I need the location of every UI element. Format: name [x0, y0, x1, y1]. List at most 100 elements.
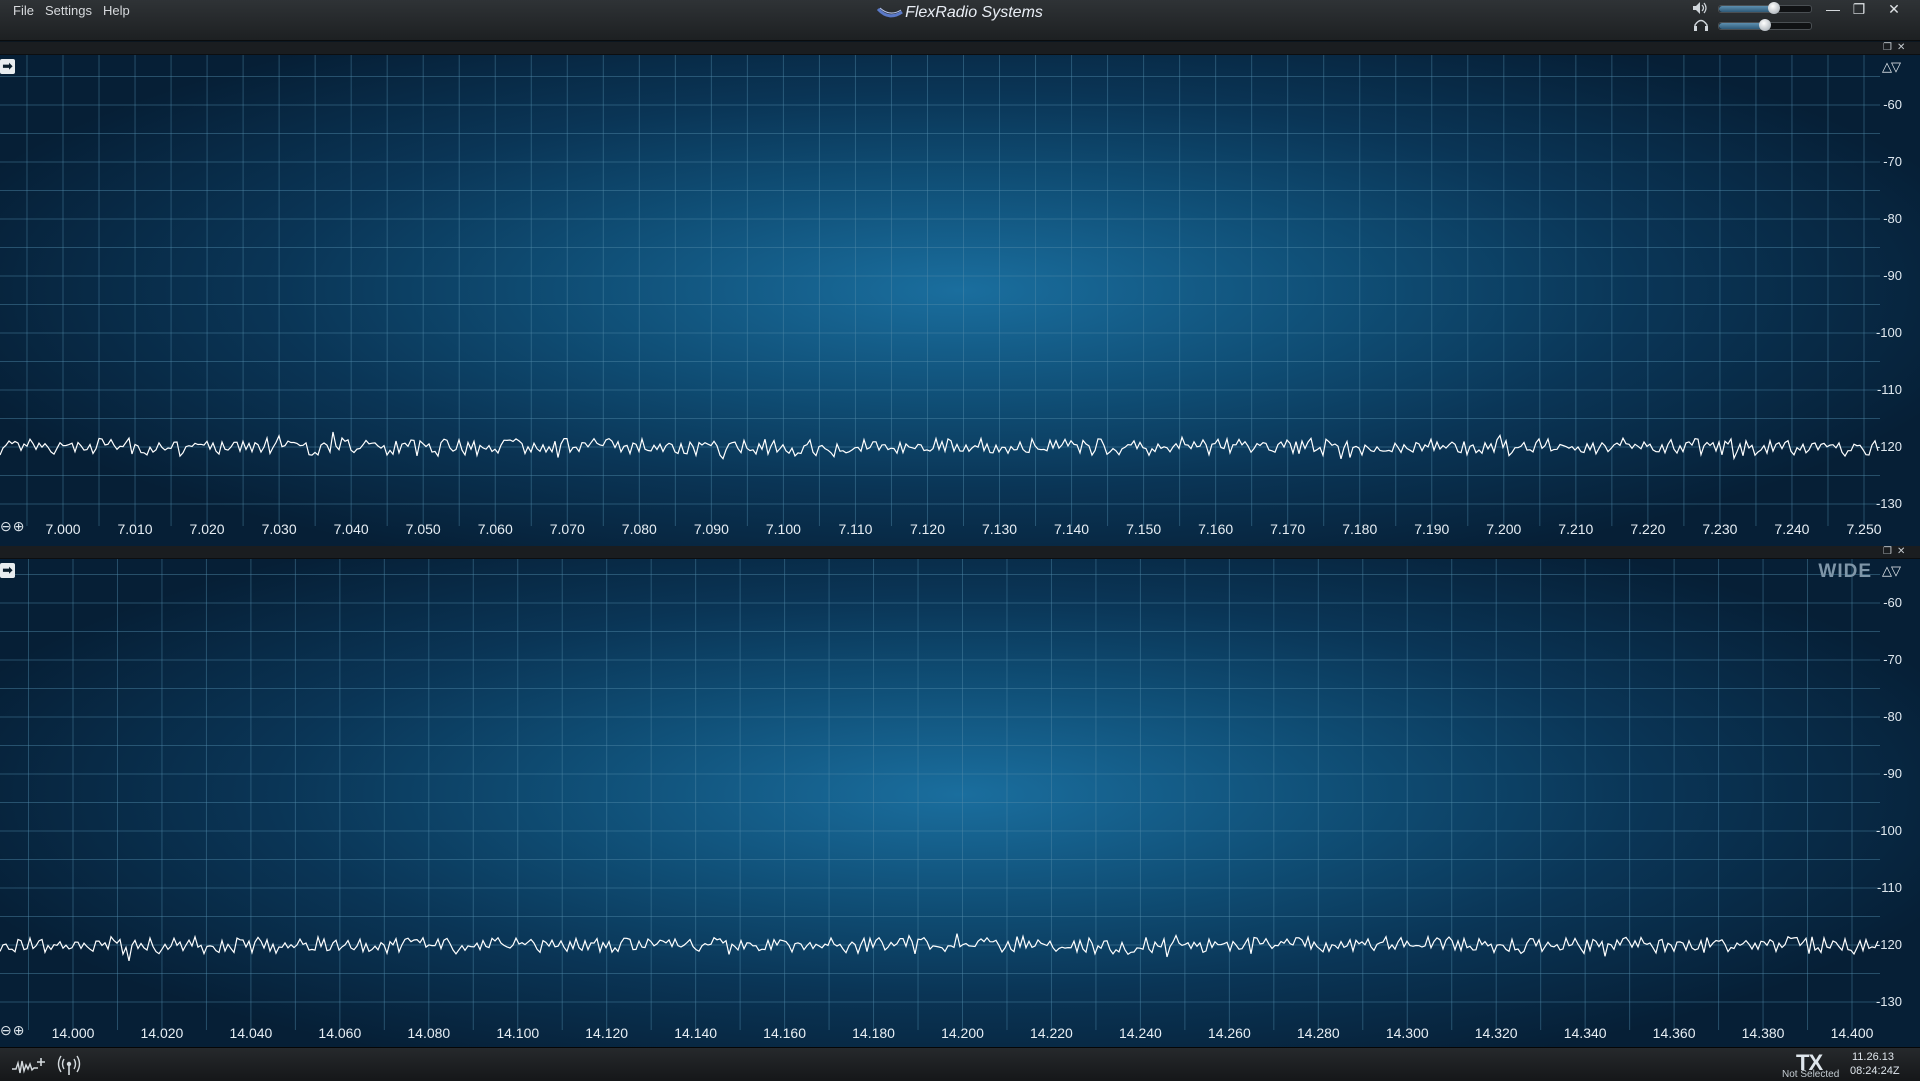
frequency-tick-label: 7.050 [405, 521, 441, 537]
close-button[interactable]: ✕ [1880, 0, 1908, 18]
frequency-tick-label: 7.130 [981, 521, 1018, 537]
minimize-button[interactable]: — [1819, 0, 1847, 18]
spectrum-display[interactable]: ➡ △▽ WIDE -60 -70 -80 -90 -100 -110 -120 -130 1… [0, 559, 1920, 1050]
frequency-tick-label: 7.030 [261, 521, 297, 537]
panadapter-header: ❐ ✕ [0, 546, 1920, 559]
pan-close-icon[interactable]: ✕ [1897, 42, 1905, 54]
app-title-text: FlexRadio Systems [905, 4, 1043, 21]
frequency-tick-label: 7.080 [621, 521, 657, 537]
frequency-tick-label: 14.100 [496, 1025, 540, 1041]
panadapter-header: ❐ ✕ [0, 42, 1920, 55]
frequency-tick-label: 14.020 [140, 1025, 184, 1041]
frequency-tick-label: 14.040 [229, 1025, 273, 1041]
expand-panel-icon[interactable]: ➡ [0, 563, 15, 578]
title-bar: File Settings Help FlexRadio Systems — ❐… [0, 0, 1920, 41]
frequency-tick-label: 14.280 [1296, 1025, 1340, 1041]
db-tick-label: -90 [1883, 268, 1902, 283]
frequency-tick-label: 14.000 [51, 1025, 95, 1041]
db-tick-label: -110 [1876, 382, 1902, 397]
tx-status-text: Not Selected [1782, 1069, 1840, 1080]
spectrum-display[interactable]: ➡ △▽ -60 -70 -80 -90 -100 -110 -120 -130 7.000 7… [0, 55, 1920, 546]
frequency-tick-label: 7.100 [765, 521, 801, 537]
frequency-tick-label: 14.240 [1118, 1025, 1162, 1041]
pan-close-icon[interactable]: ✕ [1897, 546, 1905, 558]
frequency-tick-label: 7.000 [45, 521, 81, 537]
frequency-tick-label: 7.250 [1846, 521, 1882, 537]
pan-maximize-icon[interactable]: ❐ [1883, 546, 1892, 558]
grid-lines [0, 55, 1880, 526]
frequency-tick-label: 14.340 [1563, 1025, 1607, 1041]
spectrum-graph[interactable] [0, 55, 1920, 546]
noise-trace [0, 431, 1879, 461]
panadapter-40m: ❐ ✕ ➡ △▽ -60 -70 -80 -90 -100 -110 -120 -130 7.… [0, 42, 1920, 546]
db-tick-label: -100 [1875, 823, 1902, 838]
frequency-tick-label: 14.260 [1207, 1025, 1251, 1041]
speaker-icon[interactable] [1692, 1, 1708, 15]
db-tick-label: -70 [1883, 154, 1902, 169]
status-bar: TX Not Selected 11.26.13 08:24:24Z [0, 1047, 1920, 1081]
db-tick-label: -80 [1883, 211, 1902, 226]
frequency-tick-label: 7.170 [1270, 521, 1306, 537]
frequency-tick-label: 7.010 [117, 521, 153, 537]
db-tick-label: -60 [1883, 595, 1902, 610]
db-tick-label: -130 [1875, 496, 1902, 511]
frequency-tick-label: 7.240 [1774, 521, 1810, 537]
noise-trace [0, 933, 1879, 962]
frequency-tick-label: 14.120 [585, 1025, 629, 1041]
frequency-tick-label: 14.160 [763, 1025, 807, 1041]
time-display: 08:24:24Z [1850, 1065, 1900, 1077]
headphone-volume-knob[interactable] [1759, 19, 1771, 31]
frequency-tick-label: 7.150 [1126, 521, 1162, 537]
frequency-tick-label: 14.080 [407, 1025, 451, 1041]
headphones-icon[interactable] [1693, 18, 1709, 32]
frequency-tick-label: 14.400 [1830, 1025, 1874, 1041]
db-tick-label: -70 [1883, 652, 1902, 667]
frequency-tick-label: 7.210 [1558, 521, 1594, 537]
db-tick-label: -100 [1875, 325, 1902, 340]
frequency-tick-label: 7.220 [1630, 521, 1666, 537]
frequency-tick-label: 7.200 [1486, 521, 1522, 537]
expand-panel-icon[interactable]: ➡ [0, 59, 15, 74]
restore-button[interactable]: ❐ [1845, 0, 1873, 18]
db-tick-label: -60 [1883, 97, 1902, 112]
menu-help[interactable]: Help [103, 3, 130, 18]
frequency-tick-label: 7.180 [1342, 521, 1378, 537]
frequency-tick-label: 7.140 [1054, 521, 1090, 537]
db-tick-label: -130 [1875, 994, 1902, 1009]
frequency-tick-label: 14.300 [1385, 1025, 1429, 1041]
tnf-icon[interactable] [56, 1055, 82, 1077]
panadapter-20m: ❐ ✕ ➡ △▽ WIDE -60 -70 -80 -90 -100 -110 -120 -1… [0, 546, 1920, 1050]
frequency-tick-label: 14.200 [941, 1025, 984, 1041]
speaker-volume-fill [1719, 6, 1775, 12]
frequency-tick-label: 14.380 [1741, 1025, 1785, 1041]
zoom-controls-icon[interactable]: ⊖⊕ [0, 518, 25, 535]
db-range-arrows-icon[interactable]: △▽ [1882, 59, 1901, 75]
frequency-tick-label: 7.110 [838, 521, 873, 537]
frequency-tick-label: 7.230 [1702, 521, 1738, 537]
date-display: 11.26.13 [1852, 1051, 1895, 1063]
frequency-tick-label: 14.140 [674, 1025, 718, 1041]
frequency-tick-label: 14.320 [1474, 1025, 1518, 1041]
menu-file[interactable]: File [13, 3, 34, 18]
spectrum-graph[interactable] [0, 559, 1920, 1050]
db-tick-label: -120 [1875, 937, 1902, 952]
app-title: FlexRadio Systems [0, 4, 1920, 22]
add-panadapter-icon[interactable] [12, 1055, 48, 1077]
speaker-volume-slider[interactable] [1718, 2, 1812, 14]
wide-label: WIDE [1818, 561, 1872, 582]
db-tick-label: -90 [1883, 766, 1902, 781]
frequency-tick-label: 14.060 [318, 1025, 362, 1041]
pan-maximize-icon[interactable]: ❐ [1883, 42, 1892, 54]
db-range-arrows-icon[interactable]: △▽ [1882, 563, 1901, 579]
frequency-tick-label: 7.160 [1198, 521, 1234, 537]
zoom-controls-icon[interactable]: ⊖⊕ [0, 1022, 25, 1039]
frequency-tick-label: 7.120 [909, 521, 945, 537]
frequency-tick-label: 7.020 [189, 521, 225, 537]
headphone-volume-slider[interactable] [1718, 19, 1812, 31]
db-tick-label: -110 [1876, 880, 1902, 895]
speaker-volume-knob[interactable] [1768, 2, 1781, 14]
menu-settings[interactable]: Settings [45, 3, 92, 18]
frequency-tick-label: 7.190 [1414, 521, 1450, 537]
frequency-tick-label: 7.040 [333, 521, 369, 537]
frequency-tick-label: 14.220 [1030, 1025, 1073, 1041]
